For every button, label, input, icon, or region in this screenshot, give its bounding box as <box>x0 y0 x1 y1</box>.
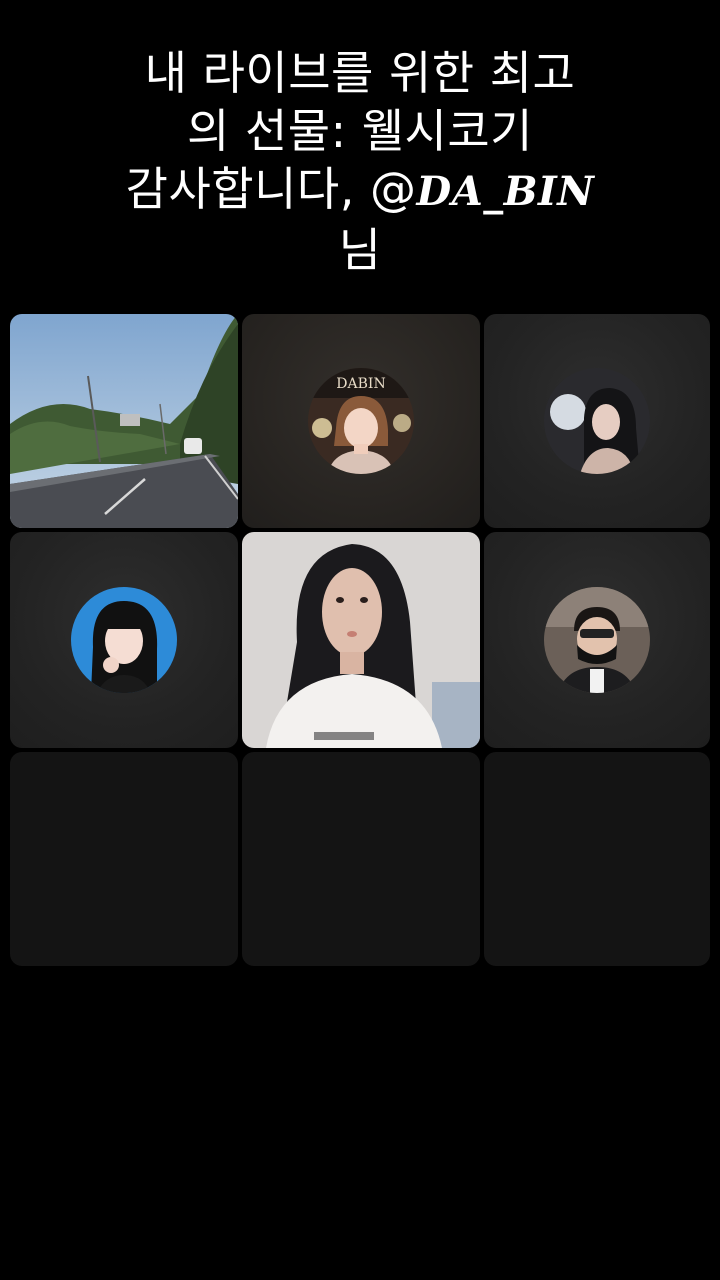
participant-tile-2[interactable]: DABIN <box>242 314 480 528</box>
participant-avatar <box>544 368 650 474</box>
host-video-frame <box>242 532 480 748</box>
banner-thanks-text: 감사합니다, @ <box>125 162 417 216</box>
mentioned-username: DA_BIN <box>416 168 595 215</box>
participant-grid: DABIN <box>10 314 710 966</box>
participant-avatar <box>544 587 650 693</box>
road-video-frame <box>10 314 238 528</box>
banner-line-3: 감사합니다, @DA_BIN <box>60 160 660 221</box>
empty-seat-tile[interactable] <box>484 752 710 966</box>
empty-seat-tile[interactable] <box>10 752 238 966</box>
gift-thanks-banner: 내 라이브를 위한 최고 의 선물: 웰시코기 감사합니다, @DA_BIN 님 <box>60 44 660 279</box>
empty-seat-tile[interactable] <box>242 752 480 966</box>
participant-tile-3[interactable] <box>484 314 710 528</box>
banner-line-1: 내 라이브를 위한 최고 <box>144 46 576 100</box>
participant-video-road[interactable] <box>10 314 238 528</box>
live-room-screen: 내 라이브를 위한 최고 의 선물: 웰시코기 감사합니다, @DA_BIN 님 <box>0 0 720 1280</box>
avatar-caption: DABIN <box>336 376 385 392</box>
participant-tile-6[interactable] <box>484 532 710 748</box>
participant-video-host[interactable] <box>242 532 480 748</box>
banner-line-4: 님 <box>338 223 382 277</box>
participant-avatar <box>71 587 177 693</box>
participant-tile-4[interactable] <box>10 532 238 748</box>
participant-avatar: DABIN <box>308 368 414 474</box>
banner-line-2: 의 선물: 웰시코기 <box>187 104 533 158</box>
